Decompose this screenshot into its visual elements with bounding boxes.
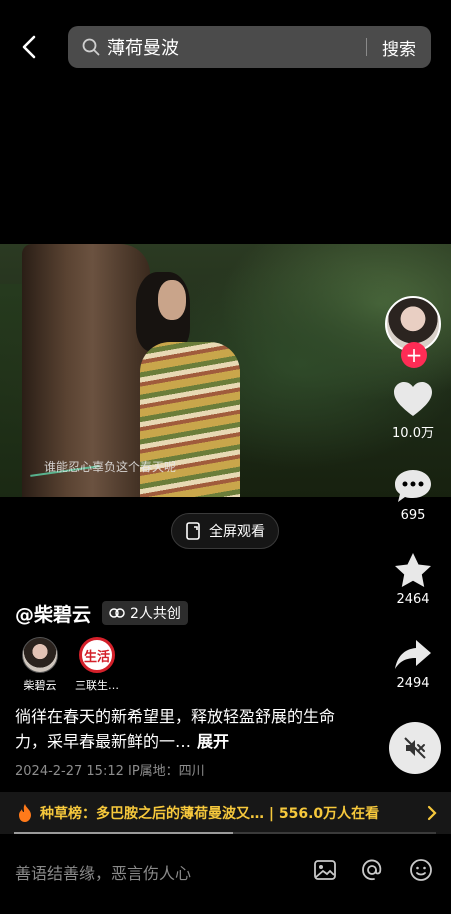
post-description: 徜徉在春天的新希望里，释放轻盈舒展的生命力，采早春最新鲜的一… 展开	[15, 704, 335, 754]
search-button[interactable]: 搜索	[367, 35, 431, 60]
collab-link-icon	[109, 608, 125, 618]
share-count: 2494	[396, 676, 430, 691]
fullscreen-label: 全屏观看	[209, 524, 265, 540]
trending-bar[interactable]: 种草榜：多巴胺之后的薄荷曼波又… | 556.0万人在看	[0, 792, 451, 834]
follow-button[interactable]: +	[401, 342, 427, 368]
search-bar[interactable]: 薄荷曼波 搜索	[68, 26, 431, 68]
comment-icon	[395, 470, 431, 502]
co-creator-item[interactable]: 生活 三联生…	[67, 637, 127, 693]
comment-button[interactable]: 695	[383, 468, 443, 523]
author-name[interactable]: @柴碧云	[15, 600, 91, 627]
at-icon	[362, 859, 382, 881]
comment-input[interactable]: 善语结善缘，恶言伤人心	[15, 860, 191, 884]
video-progress-bar[interactable]	[14, 832, 436, 834]
heart-icon	[394, 382, 432, 416]
description-text: 徜徉在春天的新希望里，释放轻盈舒展的生命力，采早春最新鲜的一…	[15, 707, 336, 751]
image-icon	[314, 860, 336, 880]
trending-text: 种草榜：多巴胺之后的薄荷曼波又… | 556.0万人在看	[40, 806, 380, 822]
collab-label: 2人共创	[130, 606, 181, 622]
collab-badge[interactable]: 2人共创	[102, 601, 188, 625]
share-button[interactable]: 2494	[383, 638, 443, 691]
comment-count: 695	[400, 508, 426, 523]
co-creator-item[interactable]: 柴碧云	[10, 637, 70, 693]
share-icon	[395, 640, 431, 669]
back-arrow-icon	[22, 35, 36, 59]
like-count: 10.0万	[392, 426, 434, 441]
video-subtitle: 谁能忍心辜负这个春天呢	[44, 460, 177, 474]
favorite-count: 2464	[396, 592, 430, 607]
fullscreen-button[interactable]: 全屏观看	[171, 513, 279, 549]
image-button[interactable]	[312, 857, 338, 883]
chevron-right-icon	[427, 805, 437, 821]
search-input[interactable]: 薄荷曼波	[107, 34, 366, 60]
video-player[interactable]: 谁能忍心辜负这个春天呢	[0, 244, 451, 497]
search-icon	[82, 38, 100, 56]
mute-icon	[404, 737, 426, 759]
co-creator-avatar	[22, 637, 58, 673]
co-creator-name: 三联生…	[75, 679, 119, 692]
video-progress-fill	[14, 832, 234, 834]
video-figure-face	[158, 280, 186, 320]
mention-button[interactable]	[359, 857, 385, 883]
emoji-icon	[410, 859, 432, 881]
co-creator-logo: 生活	[79, 637, 115, 673]
co-creator-logo-text: 生活	[83, 649, 110, 665]
emoji-button[interactable]	[408, 857, 434, 883]
like-button[interactable]: 10.0万	[383, 382, 443, 441]
fullscreen-icon	[186, 522, 200, 540]
mute-button[interactable]	[389, 722, 441, 774]
favorite-button[interactable]: 2464	[383, 552, 443, 607]
post-meta: 2024-2-27 15:12 IP属地：四川	[15, 764, 205, 779]
fire-icon	[19, 804, 31, 822]
back-button[interactable]	[14, 30, 44, 64]
star-icon	[395, 553, 431, 587]
expand-button[interactable]: 展开	[197, 732, 229, 751]
co-creator-name: 柴碧云	[23, 679, 57, 692]
